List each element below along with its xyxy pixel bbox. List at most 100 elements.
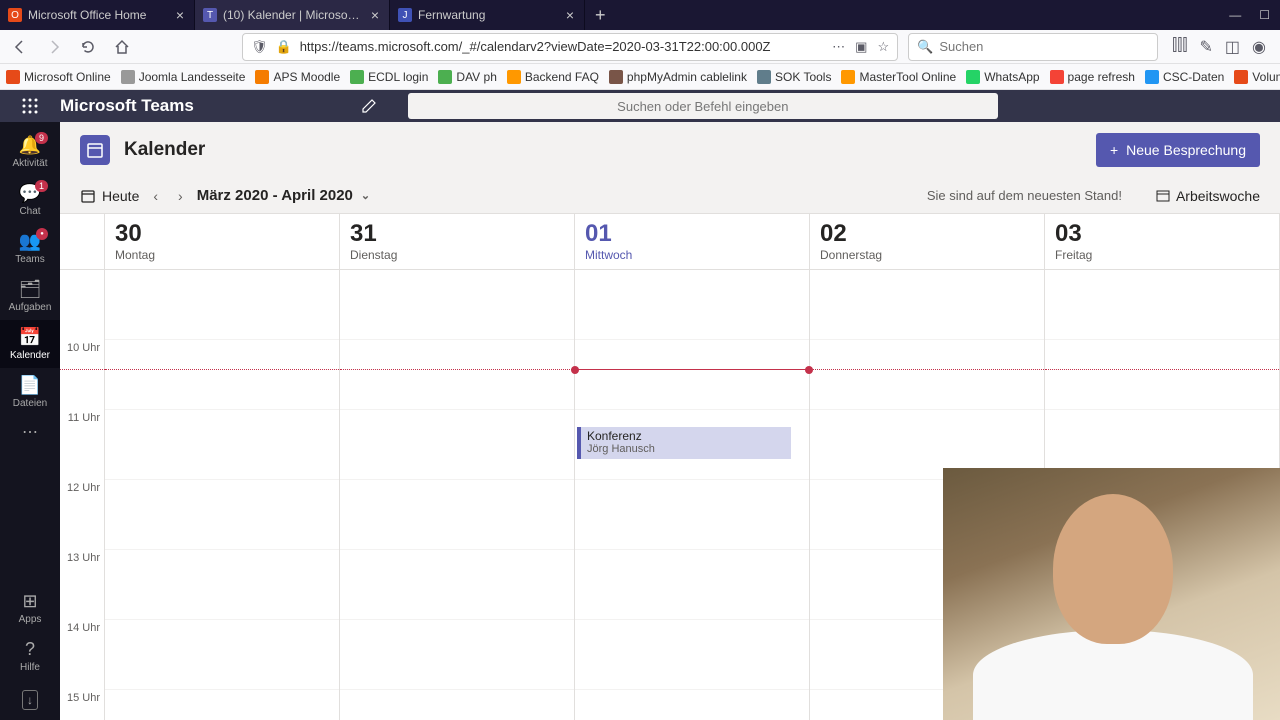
home-button[interactable]	[108, 33, 136, 61]
browser-tab-office[interactable]: O Microsoft Office Home ×	[0, 0, 195, 30]
bookmark-icon	[841, 70, 855, 84]
bookmark-item[interactable]: WhatsApp	[966, 70, 1039, 84]
shield-icon[interactable]: 🛡	[251, 39, 268, 55]
bookmark-icon	[757, 70, 771, 84]
compose-icon[interactable]	[354, 94, 384, 118]
bookmark-icon	[1145, 70, 1159, 84]
rail-calendar[interactable]: 📅 Kalender	[0, 320, 60, 368]
rail-activity[interactable]: 🔔 Aktivität 9	[0, 128, 60, 176]
rail-teams[interactable]: 👥 Teams ●	[0, 224, 60, 272]
bookmark-icon	[350, 70, 364, 84]
webcam-overlay	[943, 468, 1280, 720]
today-button[interactable]: Heute	[80, 188, 139, 204]
hour-label: 15 Uhr	[60, 690, 104, 720]
date-range[interactable]: März 2020 - April 2020 ⌄	[197, 187, 370, 204]
plus-icon: +	[1110, 142, 1118, 158]
page-title: Kalender	[124, 139, 205, 161]
browser-search[interactable]: 🔍 Suchen	[908, 33, 1158, 61]
new-tab-button[interactable]: +	[585, 5, 616, 26]
teams-header: Microsoft Teams Suchen oder Befehl einge…	[0, 90, 1280, 122]
day-header: 31 Dienstag	[340, 214, 574, 270]
calendar-event[interactable]: KonferenzJörg Hanusch	[577, 427, 791, 459]
hour-label: 12 Uhr	[60, 480, 104, 550]
next-week-button[interactable]: ›	[178, 188, 183, 204]
library-icon[interactable]: ⫿⫿⫿	[1172, 37, 1187, 57]
file-icon: 📄	[19, 375, 41, 396]
browser-tab-teams[interactable]: T (10) Kalender | Microsoft Team... ×	[195, 0, 390, 30]
now-indicator	[810, 369, 1044, 370]
close-icon[interactable]: ×	[369, 7, 381, 23]
account-icon[interactable]: ◉	[1252, 37, 1266, 57]
bookmark-item[interactable]: ECDL login	[350, 70, 428, 84]
day-column[interactable]: 01 Mittwoch KonferenzJörg Hanusch	[575, 214, 810, 720]
day-header: 01 Mittwoch	[575, 214, 809, 270]
calendar-page-icon	[80, 135, 110, 165]
bookmark-item[interactable]: SOK Tools	[757, 70, 831, 84]
bookmark-item[interactable]: phpMyAdmin cablelink	[609, 70, 747, 84]
rail-download[interactable]: ↓	[0, 680, 60, 720]
chevron-down-icon: ⌄	[361, 189, 370, 202]
now-indicator	[105, 369, 339, 370]
address-bar[interactable]: 🛡 🔒 https://teams.microsoft.com/_#/calen…	[242, 33, 898, 61]
hour-label: 14 Uhr	[60, 620, 104, 690]
download-icon: ↓	[22, 690, 38, 710]
view-switch[interactable]: Arbeitswoche	[1156, 188, 1260, 204]
bookmark-item[interactable]: Microsoft Online	[6, 70, 111, 84]
rail-apps[interactable]: ⊞ Apps	[0, 584, 60, 632]
hour-label: 13 Uhr	[60, 550, 104, 620]
calendar-nav: ‹ ›	[153, 188, 182, 204]
reload-button[interactable]	[74, 33, 102, 61]
view-icon	[1156, 189, 1170, 203]
close-icon[interactable]: ×	[174, 7, 186, 23]
now-indicator	[60, 369, 105, 370]
forward-button[interactable]	[40, 33, 68, 61]
browser-titlebar: O Microsoft Office Home × T (10) Kalende…	[0, 0, 1280, 30]
bookmark-icon	[507, 70, 521, 84]
bookmark-item[interactable]: CSC-Daten	[1145, 70, 1224, 84]
browser-navbar: 🛡 🔒 https://teams.microsoft.com/_#/calen…	[0, 30, 1280, 64]
bookmark-item[interactable]: APS Moodle	[255, 70, 340, 84]
close-icon[interactable]: ×	[564, 7, 576, 23]
prev-week-button[interactable]: ‹	[153, 188, 158, 204]
bookmark-item[interactable]: DAV ph	[438, 70, 496, 84]
day-header: 30 Montag	[105, 214, 339, 270]
maximize-icon[interactable]: ☐	[1259, 8, 1270, 22]
app-launcher-icon[interactable]	[0, 98, 60, 114]
sync-status: Sie sind auf dem neuesten Stand!	[927, 188, 1122, 203]
day-column[interactable]: 30 Montag	[105, 214, 340, 720]
star-icon[interactable]: ☆	[877, 39, 889, 55]
rail-more-icon[interactable]: ⋯	[22, 422, 38, 442]
browser-tab-fernwartung[interactable]: J Fernwartung ×	[390, 0, 585, 30]
now-indicator	[575, 369, 809, 370]
day-column[interactable]: 31 Dienstag	[340, 214, 575, 720]
more-icon[interactable]: ⋯	[832, 39, 845, 55]
bookmark-item[interactable]: page refresh	[1050, 70, 1135, 84]
app-title: Microsoft Teams	[60, 96, 194, 116]
new-meeting-button[interactable]: + Neue Besprechung	[1096, 133, 1260, 167]
bookmark-item[interactable]: MasterTool Online	[841, 70, 956, 84]
rail-chat[interactable]: 💬 Chat 1	[0, 176, 60, 224]
bookmark-item[interactable]: Backend FAQ	[507, 70, 599, 84]
back-button[interactable]	[6, 33, 34, 61]
office-icon: O	[8, 8, 22, 22]
bookmark-icon	[1234, 70, 1248, 84]
now-indicator	[1045, 369, 1279, 370]
bookmark-icon	[121, 70, 135, 84]
rail-tasks[interactable]: 🗂 Aufgaben	[0, 272, 60, 320]
rail-files[interactable]: 📄 Dateien	[0, 368, 60, 416]
sidebar-icon[interactable]: ◫	[1225, 37, 1240, 57]
teams-search[interactable]: Suchen oder Befehl eingeben	[408, 93, 998, 119]
hour-label	[60, 270, 104, 340]
minimize-icon[interactable]: —	[1229, 8, 1241, 22]
bookmark-item[interactable]: Volume Licensing Serv...	[1234, 70, 1280, 84]
eyedropper-icon[interactable]: ✎	[1200, 37, 1213, 57]
help-icon: ?	[25, 639, 35, 660]
rail-help[interactable]: ? Hilfe	[0, 632, 60, 680]
day-header: 02 Donnerstag	[810, 214, 1044, 270]
window-controls: — ☐	[1229, 8, 1280, 22]
reader-icon[interactable]: ▣	[855, 39, 867, 55]
content-area: Kalender + Neue Besprechung Heute ‹ › Mä…	[60, 122, 1280, 720]
day-header: 03 Freitag	[1045, 214, 1279, 270]
bookmark-item[interactable]: Joomla Landesseite	[121, 70, 246, 84]
bookmark-icon	[609, 70, 623, 84]
